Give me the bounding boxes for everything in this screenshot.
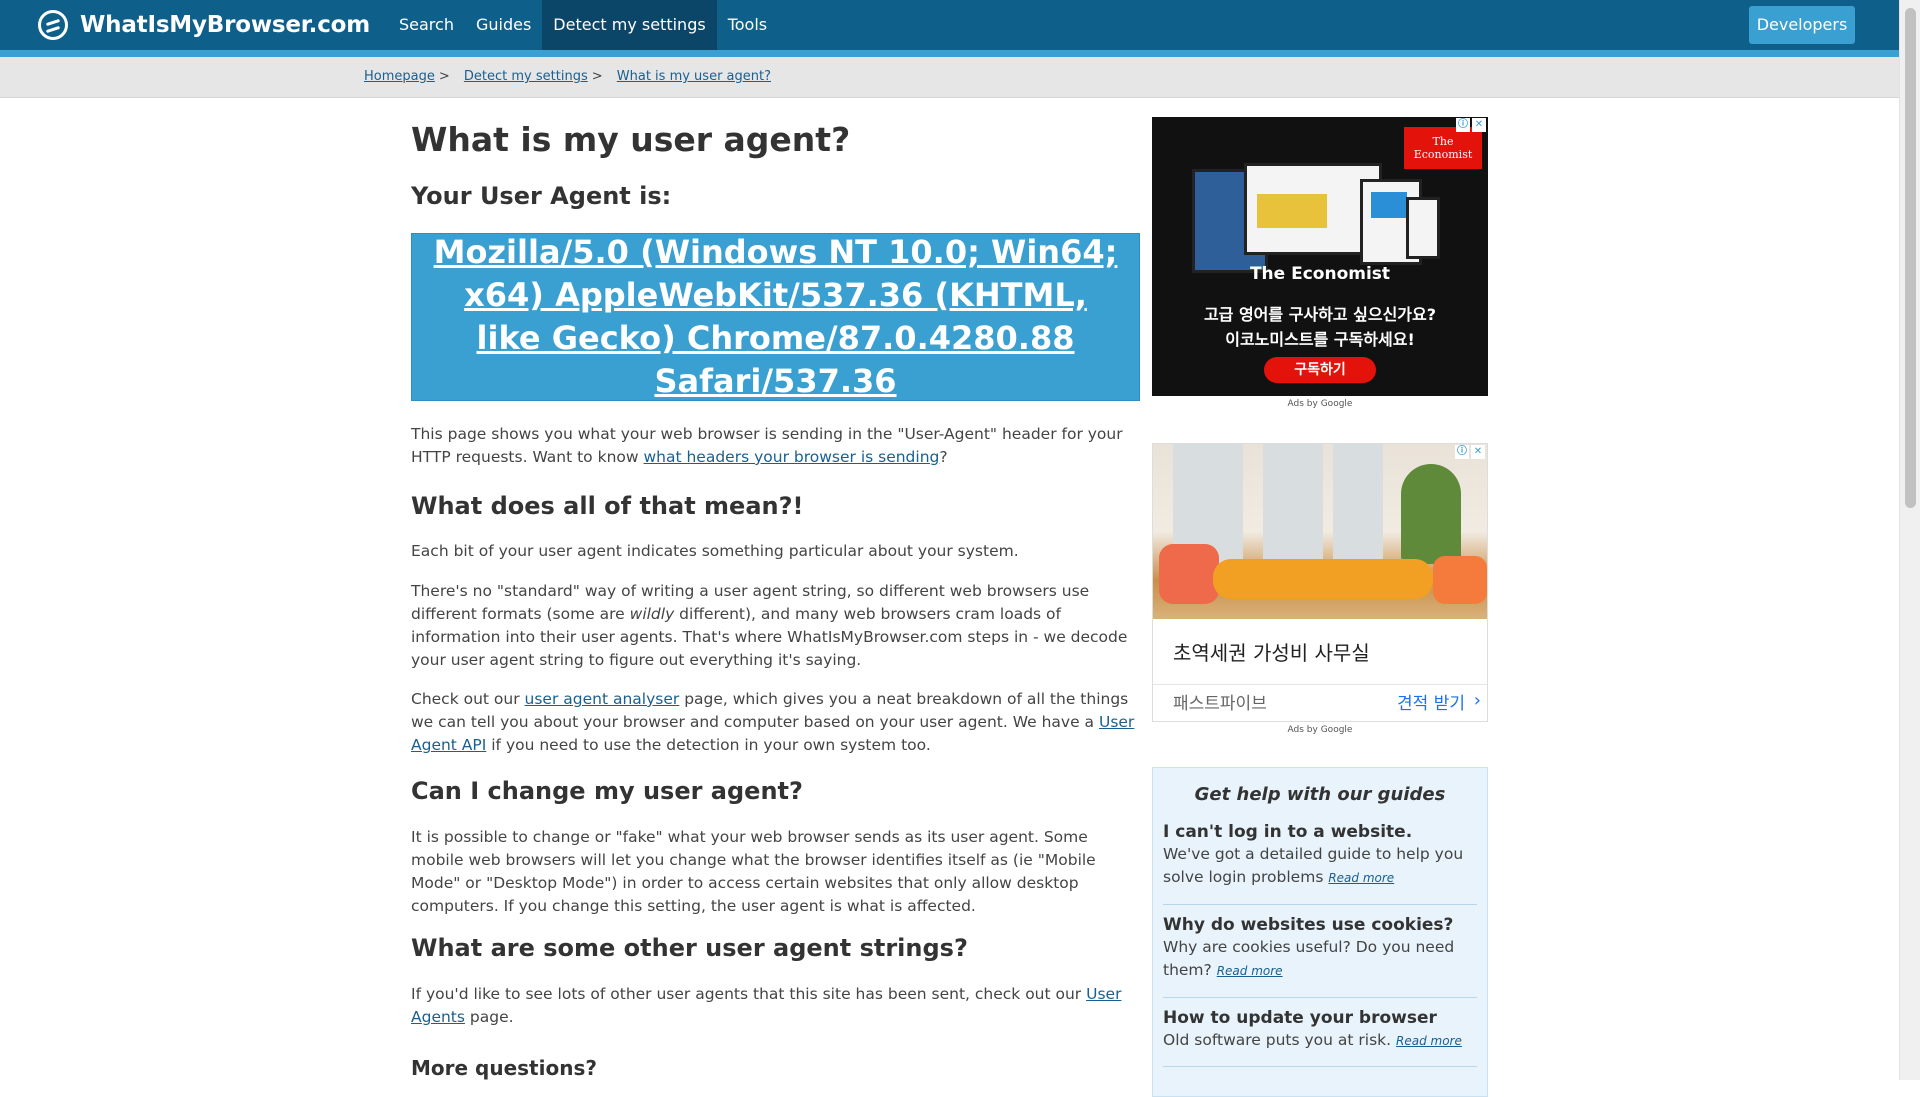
ad-title: The Economist: [1249, 264, 1391, 284]
office-ad[interactable]: ⓘ ✕ 초역세권 가성비 사무실 패스트파이브 견적 받기 ›: [1152, 443, 1488, 722]
economist-logo: The Economist: [1404, 127, 1482, 169]
ad-choices: ⓘ ✕: [1455, 445, 1485, 459]
adchoices-icon[interactable]: ⓘ: [1455, 445, 1469, 459]
economist-ad[interactable]: The Economist ⓘ ✕ The Economist 고급 영어를 구…: [1152, 117, 1488, 396]
adchoices-icon[interactable]: ⓘ: [1456, 118, 1470, 132]
header-accent-stripe: [0, 50, 1899, 57]
other-paragraph: If you'd like to see lots of other user …: [411, 985, 1122, 1026]
ad-line-2: 이코노미스트를 구독하세요!: [1225, 330, 1415, 349]
help-item-heading[interactable]: I can't log in to a website.: [1163, 821, 1477, 843]
help-item-login[interactable]: I can't log in to a website. We've got a…: [1163, 821, 1477, 905]
help-guides-box: Get help with our guides I can't log in …: [1152, 767, 1488, 1097]
help-item-update-browser[interactable]: How to update your browser Old software …: [1163, 1007, 1477, 1067]
ads-by-google-label: Ads by Google: [1287, 399, 1353, 409]
ad-choices: ⓘ ✕: [1456, 118, 1486, 132]
nav-search[interactable]: Search: [388, 0, 465, 50]
change-paragraph: It is possible to change or "fake" what …: [411, 828, 1096, 915]
meaning-paragraph-2: There's no "standard" way of writing a u…: [411, 582, 1128, 669]
nav-detect-my-settings[interactable]: Detect my settings: [542, 0, 717, 50]
nav-guides[interactable]: Guides: [465, 0, 542, 50]
section-heading-more-questions: More questions?: [411, 1056, 597, 1080]
section-heading-change: Can I change my user agent?: [411, 777, 803, 805]
user-agent-string-link[interactable]: Mozilla/5.0 (Windows NT 10.0; Win64; x64…: [431, 231, 1121, 403]
meaning-paragraph-3: Check out our user agent analyser page, …: [411, 690, 1135, 754]
main-nav: Search Guides Detect my settings Tools: [388, 0, 778, 50]
meaning-paragraph-1: Each bit of your user agent indicates so…: [411, 542, 1019, 560]
ad-line-1: 고급 영어를 구사하고 싶으신가요?: [1203, 305, 1437, 324]
user-agent-box: Mozilla/5.0 (Windows NT 10.0; Win64; x64…: [411, 233, 1140, 401]
user-agent-heading: Your User Agent is:: [411, 182, 672, 210]
site-logo[interactable]: WhatIsMyBrowser.com: [38, 8, 370, 42]
breadcrumb-bar: Homepage > Detect my settings > What is my…: [0, 57, 1899, 98]
read-more-link[interactable]: Read more: [1217, 964, 1283, 978]
help-item-heading[interactable]: How to update your browser: [1163, 1007, 1477, 1029]
help-item-heading[interactable]: Why do websites use cookies?: [1163, 914, 1477, 936]
close-icon[interactable]: ✕: [1472, 118, 1486, 132]
chevron-right-icon: ›: [1473, 690, 1481, 711]
ad-brand: 패스트파이브: [1173, 694, 1267, 714]
ad-cta-link[interactable]: 견적 받기: [1397, 689, 1465, 714]
user-agent-analyser-link[interactable]: user agent analyser: [525, 690, 680, 708]
vertical-scrollbar[interactable]: [1899, 0, 1920, 1080]
ad-title: 초역세권 가성비 사무실: [1173, 641, 1370, 665]
scrollbar-thumb[interactable]: [1905, 8, 1916, 508]
nav-tools[interactable]: Tools: [717, 0, 778, 50]
intro-paragraph: This page shows you what your web browse…: [411, 425, 1123, 466]
page-title: What is my user agent?: [411, 120, 851, 159]
breadcrumb-detect-my-settings[interactable]: Detect my settings: [464, 69, 588, 84]
top-navbar: WhatIsMyBrowser.com Search Guides Detect…: [0, 0, 1899, 50]
logo-text: WhatIsMyBrowser.com: [80, 12, 371, 38]
subscribe-button[interactable]: 구독하기: [1264, 357, 1376, 383]
read-more-link[interactable]: Read more: [1328, 871, 1394, 885]
ads-by-google-label: Ads by Google: [1287, 725, 1353, 735]
devices-illustration: [1192, 157, 1440, 273]
section-heading-other: What are some other user agent strings?: [411, 934, 968, 962]
breadcrumb: Homepage > Detect my settings > What is my…: [364, 69, 772, 84]
close-icon[interactable]: ✕: [1471, 445, 1485, 459]
breadcrumb-current[interactable]: What is my user agent?: [617, 69, 771, 84]
headers-link[interactable]: what headers your browser is sending: [643, 448, 939, 466]
help-item-cookies[interactable]: Why do websites use cookies? Why are coo…: [1163, 914, 1477, 998]
read-more-link[interactable]: Read more: [1396, 1034, 1462, 1048]
help-title: Get help with our guides: [1194, 784, 1446, 805]
section-heading-meaning: What does all of that mean?!: [411, 492, 804, 520]
office-photo: [1153, 444, 1487, 619]
breadcrumb-homepage[interactable]: Homepage: [364, 69, 435, 84]
logo-icon: [38, 10, 68, 40]
developers-button[interactable]: Developers: [1749, 6, 1855, 44]
